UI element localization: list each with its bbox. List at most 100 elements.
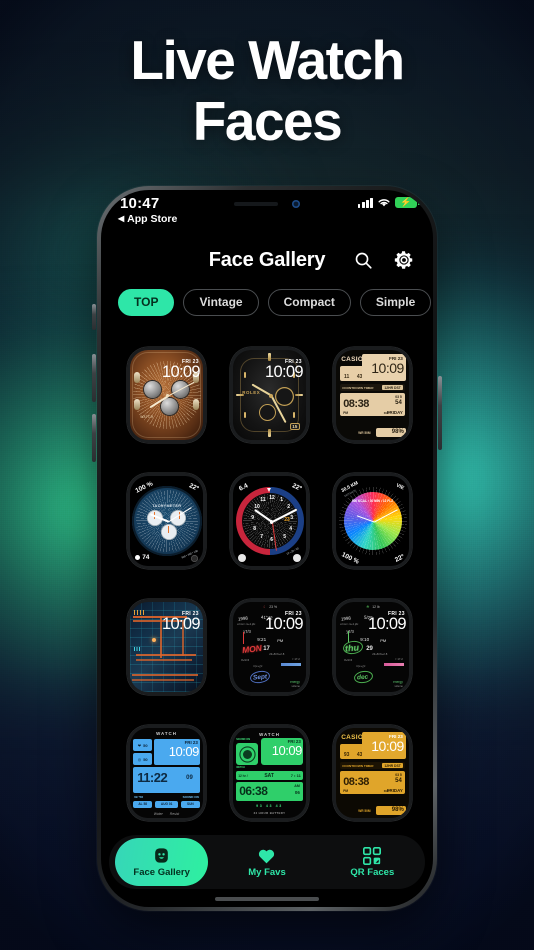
battery-bolt-glyph: ⚡ [400,197,412,207]
tab-qr-faces[interactable]: QR Faces [320,835,425,889]
face-day: SAT [264,772,274,779]
face-card[interactable]: WATCH ❤ 50 ◎ 50 FRI 23 10:09 11:22 09 69… [119,713,214,833]
tab-face-gallery[interactable]: Face Gallery [109,835,214,889]
face-top-left: 6.4 [238,482,250,493]
volume-down-button[interactable] [92,414,96,462]
face-brand: CASIO [341,734,364,742]
target-icon: ◎ [137,756,142,762]
watch-pepsi-gmt[interactable]: 12 11 1 10 2 9 3 8 4 7 5 6 23 6.4 22° 12… [230,473,309,569]
phone-mockup: 10:47 ◀ App Store ⚡ Face Gallery TOP Vin… [92,186,442,911]
leaf-icon: ☘ [366,605,370,610]
chip-label: Vintage [199,295,243,309]
face-timer-value: 08:38 [343,776,369,789]
notch [191,190,343,217]
category-chip-row[interactable]: TOP Vintage Compact Simple [101,286,433,318]
chip-label: Simple [375,295,416,309]
face-timer-value: 08:38 [343,398,369,411]
face-card[interactable]: ☾ 23 % 1998 41°42 e=mc²·√x+2·∫dx 17/3 9:… [222,587,317,707]
face-complication: 12 lb [372,605,380,610]
face-am-pm: AM [294,784,300,789]
hero-line-1: Live Watch [130,29,405,91]
face-sub-label: WATCH [140,414,154,419]
cellular-bars-icon [357,197,373,208]
tab-label: QR Faces [350,867,395,878]
triangle-left-icon: ◀ [118,214,125,223]
face-day-num: 7 • 11 [290,773,301,779]
face-brand: WATCH [156,731,177,737]
face-dual-left: 11 [343,374,350,381]
chip-vintage[interactable]: Vintage [183,288,259,316]
watch-rolex-gold[interactable]: ROLEX 15 FRI 23 10:09 [230,347,309,443]
face-time: 10:09 [371,360,404,377]
chip-simple[interactable]: Simple [359,288,432,316]
watch-lcd-blue[interactable]: WATCH ❤ 50 ◎ 50 FRI 23 10:09 11:22 09 69… [127,725,206,821]
watch-circuit-board[interactable]: FRI 23 10:09 [127,599,206,695]
face-dual-left: 93 [343,752,350,759]
face-time: 10:09 [265,615,303,634]
face-foot-right: Resist [169,811,180,816]
watch-chalkboard-thu[interactable]: ☘ 12 lb 1998 5/25 e=mc²·√x+2·∫dx 17/3 9:… [333,599,412,695]
header-actions [354,249,415,271]
face-card[interactable]: 30.5 KM DISTANCE VIE 500 KCAL • 30 MIN •… [325,461,420,581]
face-day: MON [241,643,263,656]
face-top-right: 22° [290,482,303,493]
tab-my-favs[interactable]: My Favs [214,835,319,889]
silent-switch[interactable] [92,304,96,330]
back-to-app-store-link[interactable]: ◀ App Store [118,213,177,225]
face-card[interactable]: CASIO 93 43 FRI 23 10:09 COUNTDOWN TIMER… [325,713,420,833]
chip-label: TOP [134,295,159,309]
face-scribble-4: 9:21 [257,637,267,643]
face-time: 10:09 [368,615,406,634]
power-button[interactable] [438,376,442,450]
watch-casio-cream[interactable]: CASIO 11 43 FRI 23 10:09 COUNTDOWN TIMER… [333,347,412,443]
face-scribble-1: 1998 [237,615,249,622]
chip-top[interactable]: TOP [118,288,175,316]
watch-casio-amber[interactable]: CASIO 93 43 FRI 23 10:09 COUNTDOWN TIMER… [333,725,412,821]
face-card[interactable]: TACHYMETER 100 % 22° 74 500 • 300 • 100 [119,461,214,581]
moon-icon: ☾ [263,605,267,610]
tab-bar: Face Gallery My Favs QR Faces [109,835,425,889]
face-card[interactable]: WATCH SOUND ON FRI 23 10:09 WATCH 12 hr … [222,713,317,833]
face-complication: 23 % [269,605,277,610]
face-scribble-5: PM [277,638,284,644]
face-scale-label: TACHYMETER [152,504,182,509]
face-row: 93 43 43 [256,804,283,809]
face-ring-label: 500 KCAL • 30 MIN • 12 FLZ [351,499,394,504]
search-icon[interactable] [354,251,373,270]
watch-color-wheel[interactable]: 30.5 KM DISTANCE VIE 500 KCAL • 30 MIN •… [333,473,412,569]
face-top-right: 22° [187,482,200,493]
face-sub-small: 03 5 [395,395,402,400]
face-secs: 06 [294,790,300,796]
face-card[interactable]: CASIO 11 43 FRI 23 10:09 COUNTDOWN TIMER… [325,335,420,455]
face-mode-label: 12HR DST [382,385,403,391]
face-card[interactable]: WATCH FRI 23 10:09 [119,335,214,455]
face-bottom-left: 100 % [340,551,361,566]
status-time: 10:47 [120,195,160,212]
chip-compact[interactable]: Compact [267,288,351,316]
face-wr-label: WR 50M [358,809,371,814]
gear-icon[interactable] [393,249,415,271]
face-am-pm: PM [343,789,348,794]
earpiece-speaker [234,201,278,206]
face-sound-label: SOUND ON [236,738,251,742]
face-card[interactable]: ☘ 12 lb 1998 5/25 e=mc²·√x+2·∫dx 17/3 9:… [325,587,420,707]
face-scribble-3: 17/3 [345,628,355,635]
face-sound-status: SOUND ON [182,795,199,800]
watch-lcd-green[interactable]: WATCH SOUND ON FRI 23 10:09 WATCH 12 hr … [230,725,309,821]
face-timer-label: COUNTDOWN TIMER [342,385,374,390]
tab-label: Face Gallery [133,867,190,878]
phone-screen: 10:47 ◀ App Store ⚡ Face Gallery TOP Vin… [101,190,433,907]
hero-line-2: Faces [192,89,343,152]
face-brand: ROLEX [242,390,261,396]
watch-bronze-chrono[interactable]: WATCH FRI 23 10:09 [127,347,206,443]
watch-blue-tachymeter[interactable]: TACHYMETER 100 % 22° 74 500 • 300 • 100 [127,473,206,569]
face-time: 10:09 [168,744,200,760]
face-battery: 98% [391,429,404,436]
face-card[interactable]: FRI 23 10:09 [119,587,214,707]
face-card[interactable]: ROLEX 15 FRI 23 10:09 [222,335,317,455]
volume-up-button[interactable] [92,354,96,402]
face-tag-2: AUG 01 [160,802,173,807]
face-time: 10:09 [271,743,303,759]
face-card[interactable]: 12 11 1 10 2 9 3 8 4 7 5 6 23 6.4 22° 12… [222,461,317,581]
watch-chalkboard-mon[interactable]: ☾ 23 % 1998 41°42 e=mc²·√x+2·∫dx 17/3 9:… [230,599,309,695]
